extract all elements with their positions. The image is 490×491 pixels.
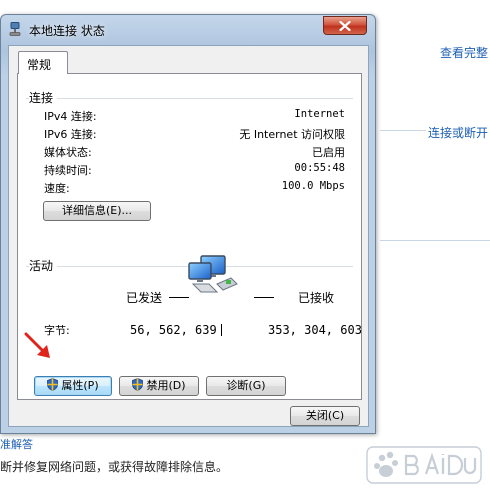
ipv6-value: 无 Internet 访问权限 <box>239 128 345 141</box>
close-button[interactable]: 关闭(C) <box>290 406 360 426</box>
background-divider <box>380 240 490 241</box>
uac-shield-icon <box>132 378 144 391</box>
baidu-watermark-logo <box>366 446 482 484</box>
bytes-received-value: 353, 304, 603 <box>268 323 362 337</box>
troubleshoot-description: 断并修复网络问题，或获得故障排除信息。 <box>0 460 229 474</box>
ipv4-label: IPv4 连接: <box>44 110 97 123</box>
diagnose-button[interactable]: 诊断(G) <box>206 376 286 396</box>
ipv6-label: IPv6 连接: <box>44 128 97 141</box>
sent-dash <box>169 297 189 298</box>
annotation-arrow-icon <box>24 332 54 362</box>
received-dash <box>254 297 274 298</box>
window-title: 本地连接 状态 <box>29 24 105 38</box>
disable-button[interactable]: 禁用(D) <box>119 376 199 396</box>
dialog-client-area: 常规 连接 IPv4 连接: Internet IPv6 连接: 无 Inter… <box>8 45 369 427</box>
activity-section-label: 活动 <box>29 257 58 274</box>
speed-value: 100.0 Mbps <box>281 180 345 192</box>
properties-button[interactable]: 属性(P) <box>34 376 112 396</box>
details-button[interactable]: 详细信息(E)... <box>43 201 151 221</box>
ipv4-value: Internet <box>294 108 345 120</box>
uac-shield-icon <box>47 378 59 391</box>
background-divider <box>380 130 426 131</box>
network-computers-icon <box>187 254 239 298</box>
properties-button-label: 属性(P) <box>61 379 99 392</box>
network-adapter-icon <box>9 22 21 36</box>
duration-label: 持续时间: <box>44 164 92 177</box>
title-bar[interactable]: 本地连接 状态 <box>1 15 375 43</box>
tab-general[interactable]: 常规 <box>18 51 68 74</box>
view-full-map-link[interactable]: 查看完整 <box>440 44 488 61</box>
section-divider <box>26 98 353 99</box>
received-label: 已接收 <box>298 291 335 305</box>
connection-section-label: 连接 <box>29 89 58 106</box>
troubleshoot-link[interactable]: 准解答 <box>0 436 33 452</box>
window-close-button[interactable] <box>323 16 367 35</box>
tab-general-label: 常规 <box>27 58 52 72</box>
connection-status-dialog: 本地连接 状态 常规 连接 IPv4 连接: Internet IPv6 连接:… <box>0 14 376 434</box>
sent-label: 已发送 <box>126 291 163 305</box>
bytes-separator <box>221 324 222 336</box>
close-icon <box>339 21 351 31</box>
general-tab-panel: 连接 IPv4 连接: Internet IPv6 连接: 无 Internet… <box>17 73 362 400</box>
connect-disconnect-link[interactable]: 连接或断开 <box>428 124 488 141</box>
duration-value: 00:55:48 <box>294 162 345 174</box>
media-state-label: 媒体状态: <box>44 146 92 159</box>
disable-button-label: 禁用(D) <box>146 379 186 392</box>
media-state-value: 已启用 <box>312 146 345 159</box>
bytes-sent-value: 56, 562, 639 <box>130 323 217 337</box>
speed-label: 速度: <box>44 182 70 195</box>
